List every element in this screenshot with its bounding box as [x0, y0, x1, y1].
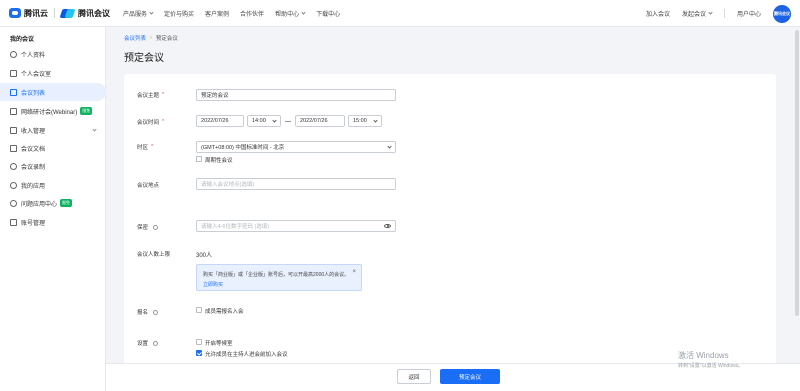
nav-products[interactable]: 产品服务: [123, 9, 154, 18]
periodic-label: 周期性会议: [205, 158, 233, 164]
record-icon: [10, 162, 17, 170]
capacity-value: 300人: [196, 253, 213, 259]
allow-join-before-host-label: 允许成员在主持人进会前加入会议: [205, 352, 288, 358]
list-icon: [10, 88, 17, 96]
sidebar-title: 我的会议: [10, 37, 35, 43]
nav-partners[interactable]: 合作伙伴: [240, 9, 264, 18]
sidebar-item-documents[interactable]: 会议文档: [0, 139, 106, 157]
user-icon: [10, 50, 17, 58]
close-icon[interactable]: ×: [352, 269, 356, 275]
top-nav-bar: 腾讯云 腾讯会议 产品服务 定价与购买 客户案例 合作伙伴 帮助中心 下载中心 …: [0, 0, 800, 27]
sidebar-item-recordings[interactable]: 会议录制: [0, 157, 106, 175]
start-meeting-link[interactable]: 发起会议: [682, 9, 713, 18]
breadcrumb: 会议列表 › 预定会议: [124, 34, 178, 42]
status-badge: 限免: [80, 107, 93, 115]
nav-download[interactable]: 下载中心: [316, 9, 340, 18]
sidebar-item-meeting-list[interactable]: 会议列表: [0, 83, 106, 101]
sidebar-item-profile[interactable]: 个人资料: [0, 45, 106, 63]
password-input[interactable]: 请输入4-6位数字密码 (选填): [196, 220, 396, 232]
windows-activation-watermark: 激活 Windows 转到"设置"以激活 Windows。: [678, 351, 744, 369]
eye-icon[interactable]: [384, 224, 391, 228]
info-icon[interactable]: [153, 224, 159, 230]
waiting-room-label: 开启等候室: [205, 341, 233, 347]
settings-label: 设置: [137, 339, 159, 347]
back-button[interactable]: 返回: [397, 369, 431, 384]
tencent-meeting-logo-icon: [59, 8, 76, 18]
document-icon: [10, 144, 17, 152]
sidebar-item-app-center[interactable]: 问题应用中心 限免: [0, 194, 106, 212]
breadcrumb-separator: ›: [150, 35, 152, 41]
nav-cases[interactable]: 客户案例: [205, 9, 229, 18]
scrollbar[interactable]: [795, 30, 799, 316]
info-icon[interactable]: [153, 309, 159, 315]
upgrade-notice: 购买「商业版」或「企业版」账号后，可以开最高2000人的会议。 立即购买 ×: [196, 264, 362, 291]
chevron-down-icon: [149, 9, 154, 15]
location-input[interactable]: 请输入会议地点(选填): [196, 178, 396, 190]
allow-join-before-host-checkbox[interactable]: [196, 350, 202, 356]
webinar-icon: [10, 107, 17, 115]
start-date-input[interactable]: 2022/07/26: [196, 115, 244, 127]
subject-label: 会议主题 *: [137, 92, 165, 99]
user-center-link[interactable]: 用户中心: [737, 9, 761, 18]
sidebar-item-revenue[interactable]: 收入管理: [0, 121, 106, 139]
info-icon[interactable]: [153, 340, 159, 346]
sidebar-item-webinar[interactable]: 网络研讨会(Webinar) 限免: [0, 102, 106, 120]
avatar[interactable]: 腾讯会议: [773, 4, 791, 23]
periodic-checkbox[interactable]: [196, 156, 202, 162]
sidebar-item-account[interactable]: 账号管理: [0, 213, 106, 231]
status-badge: 限免: [60, 199, 73, 207]
sidebar: 我的会议 个人资料 个人会议室 会议列表 网络研讨会(Webinar) 限免 收入…: [0, 27, 106, 391]
logo[interactable]: 腾讯云 腾讯会议: [9, 8, 110, 19]
required-mark: *: [151, 144, 154, 150]
room-icon: [10, 69, 17, 77]
time-label: 会议时间 *: [137, 119, 165, 126]
registration-label: 报名: [137, 308, 159, 316]
tencent-cloud-logo-icon: [9, 8, 21, 18]
wallet-icon: [10, 126, 17, 134]
schedule-meeting-button[interactable]: 预定会议: [440, 369, 500, 384]
registration-checkbox[interactable]: [196, 307, 202, 313]
end-date-input[interactable]: 2022/07/26: [295, 115, 345, 127]
chevron-down-icon: [708, 10, 713, 15]
join-meeting-link[interactable]: 加入会议: [646, 9, 670, 18]
nav-help[interactable]: 帮助中心: [275, 9, 306, 18]
timezone-label: 时区 *: [137, 144, 154, 151]
brand-tencent-cloud: 腾讯云: [24, 8, 48, 18]
capacity-label: 会议人数上限: [137, 252, 171, 258]
end-time-select[interactable]: 15:00: [348, 115, 382, 127]
password-label: 保密: [137, 223, 159, 231]
main-nav: 产品服务 定价与购买 客户案例 合作伙伴 帮助中心 下载中心: [123, 9, 351, 18]
chevron-down-icon: [301, 9, 306, 15]
start-time-select[interactable]: 14:00: [247, 115, 281, 127]
required-mark: *: [162, 92, 165, 98]
timezone-select[interactable]: (GMT+08:00) 中国标准时间 - 北京: [196, 141, 396, 153]
registration-option-label: 成员需报名入会: [205, 309, 244, 315]
sidebar-item-personal-room[interactable]: 个人会议室: [0, 64, 106, 82]
breadcrumb-current: 预定会议: [155, 36, 178, 42]
app-center-icon: [10, 199, 17, 207]
account-icon: [10, 218, 17, 226]
location-label: 会议地点: [137, 183, 160, 189]
sidebar-item-apps[interactable]: 我的应用: [0, 176, 106, 194]
notice-text: 购买「商业版」或「企业版」账号后，可以开最高2000人的会议。: [203, 272, 350, 278]
subject-input[interactable]: 预定的会议: [196, 89, 396, 101]
page-title: 预定会议: [124, 53, 164, 64]
buy-now-link[interactable]: 立即购买: [203, 281, 223, 288]
breadcrumb-meeting-list[interactable]: 会议列表: [124, 34, 146, 42]
required-mark: *: [162, 119, 165, 125]
nav-pricing[interactable]: 定价与购买: [164, 9, 194, 18]
chevron-down-icon: [92, 127, 97, 132]
brand-tencent-meeting: 腾讯会议: [78, 8, 110, 18]
waiting-room-checkbox[interactable]: [196, 339, 202, 345]
chevron-down-icon: [272, 118, 277, 123]
chevron-down-icon: [373, 118, 378, 123]
apps-icon: [10, 181, 17, 189]
chevron-down-icon: [387, 144, 392, 149]
